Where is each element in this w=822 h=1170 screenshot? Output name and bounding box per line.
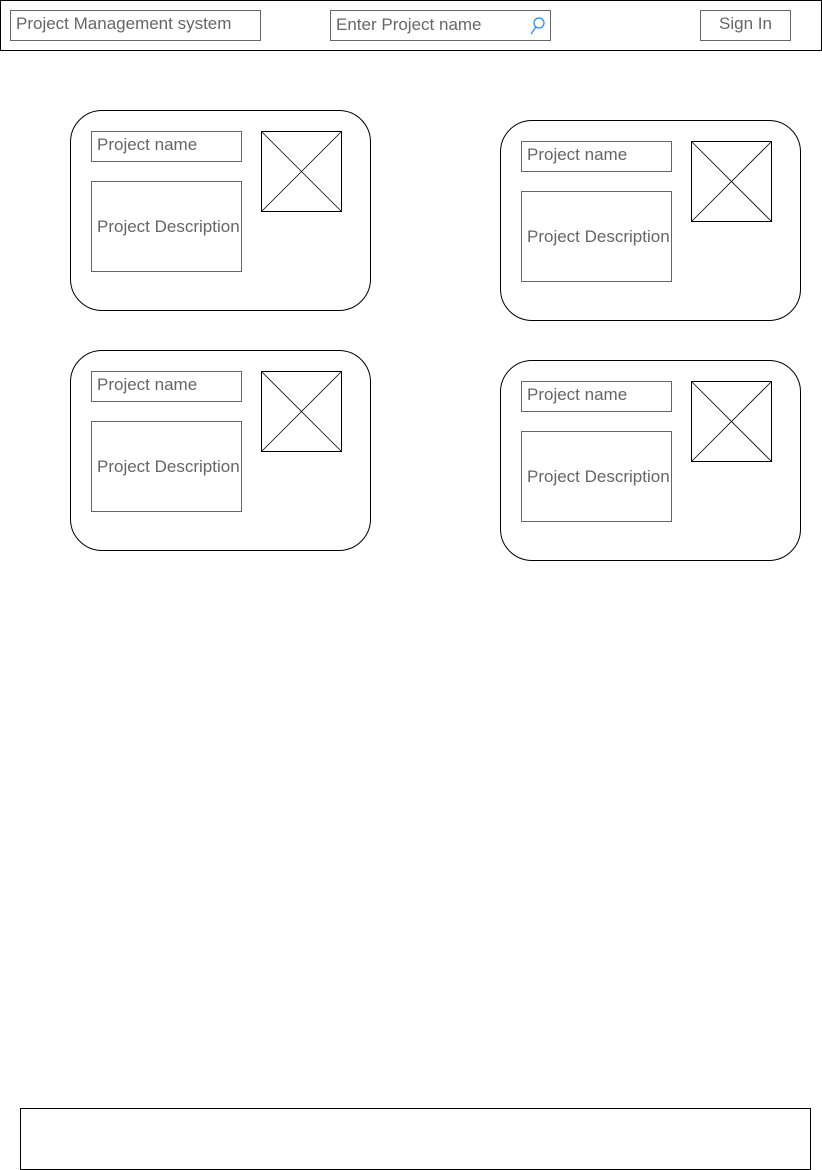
project-name-field[interactable]: Project name (521, 381, 672, 412)
project-description-field[interactable]: Project Description (91, 421, 242, 512)
project-description-field[interactable]: Project Description (521, 431, 672, 522)
image-placeholder-icon (691, 141, 772, 222)
search-placeholder: Enter Project name (336, 15, 482, 34)
search-icon[interactable] (528, 16, 546, 36)
app-title: Project Management system (10, 10, 261, 41)
project-card[interactable]: Project name Project Description (500, 120, 801, 321)
image-placeholder-icon (261, 371, 342, 452)
image-placeholder-icon (691, 381, 772, 462)
project-card[interactable]: Project name Project Description (70, 110, 371, 311)
project-name-field[interactable]: Project name (91, 371, 242, 402)
project-description-field[interactable]: Project Description (91, 181, 242, 272)
sign-in-button[interactable]: Sign In (700, 10, 791, 41)
project-description-text: Project Description (97, 456, 240, 476)
search-input[interactable]: Enter Project name (330, 10, 551, 41)
project-name-field[interactable]: Project name (91, 131, 242, 162)
project-card[interactable]: Project name Project Description (70, 350, 371, 551)
project-card[interactable]: Project name Project Description (500, 360, 801, 561)
image-placeholder-icon (261, 131, 342, 212)
project-description-text: Project Description (527, 226, 670, 246)
project-description-field[interactable]: Project Description (521, 191, 672, 282)
footer (20, 1108, 811, 1170)
project-description-text: Project Description (527, 466, 670, 486)
project-description-text: Project Description (97, 216, 240, 236)
project-name-field[interactable]: Project name (521, 141, 672, 172)
